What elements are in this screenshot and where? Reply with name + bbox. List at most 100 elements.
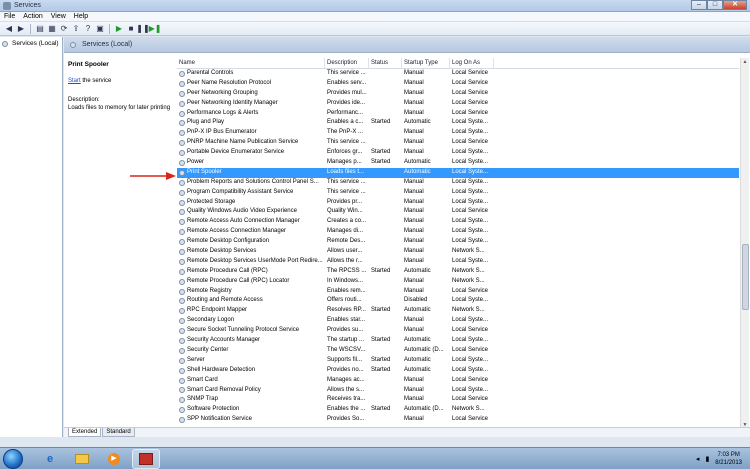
service-description: Provides no... [327,366,364,373]
forward-icon[interactable]: ▶ [16,24,26,34]
service-logon: Local Service [452,396,489,403]
table-row[interactable]: Smart Card Manages ac... Manual Local Servi… [177,376,739,386]
table-row[interactable]: Server Supports fil... Started Automatic Loc… [177,356,739,366]
help-icon[interactable]: ? [83,24,93,34]
table-row[interactable]: Quality Windows Audio Video Experience Qu… [177,207,739,217]
table-row[interactable]: PnP-X IP Bus Enumerator The PnP-X ... Manu… [177,128,739,138]
table-row[interactable]: Security Accounts Manager The startup ...… [177,336,739,346]
menu-file[interactable]: File [4,12,15,21]
column-status[interactable]: Status [369,58,402,68]
table-row[interactable]: Program Compatibility Assistant Service T… [177,188,739,198]
table-row[interactable]: Power Manages p... Started Automatic Local S… [177,158,739,168]
service-name: Portable Device Enumerator Service [187,149,285,156]
table-row[interactable]: SNMP Trap Receives tra... Manual Local Serv… [177,395,739,405]
column-log-on-as[interactable]: Log On As [450,58,494,68]
tab-standard[interactable]: Standard [102,428,135,437]
scroll-thumb[interactable] [742,244,749,310]
show-hide-icon[interactable]: ▣ [95,24,105,34]
service-logon: Local Service [452,99,489,106]
explorer-folder-icon[interactable] [68,449,96,469]
service-startup-type: Automatic (D... [404,346,444,353]
table-row[interactable]: Smart Card Removal Policy Allows the s...… [177,386,739,396]
table-row[interactable]: Remote Procedure Call (RPC) Locator In Wi… [177,277,739,287]
table-row[interactable]: RPC Endpoint Mapper Resolves RP... Started… [177,306,739,316]
service-description: The WSCSV... [327,346,366,353]
services-table: Name Description Status Startup Type Log… [177,58,739,429]
console-tree-icon[interactable]: ▤ [35,24,45,34]
network-icon[interactable]: ▮ [705,455,709,463]
minimize-button[interactable]: – [691,0,707,10]
service-logon: Local Service [452,346,489,353]
table-row[interactable]: Peer Networking Identity Manager Provides… [177,99,739,109]
close-button[interactable]: ✕ [723,0,747,10]
table-row[interactable]: Portable Device Enumerator Service Enforc… [177,148,739,158]
vertical-scrollbar[interactable]: ▲ ▼ [740,58,749,429]
pause-service-icon[interactable]: ❚❚ [136,24,149,34]
table-row[interactable]: Remote Access Auto Connection Manager Cre… [177,217,739,227]
service-description: Quality Win... [327,208,363,215]
stop-service-icon[interactable]: ■ [126,24,136,34]
tree-item-services-local[interactable]: Services (Local) [2,40,59,47]
table-row[interactable]: Peer Networking Grouping Provides mul... M… [177,89,739,99]
table-row[interactable]: Security Center The WSCSV... Automatic (D.… [177,346,739,356]
table-row[interactable]: Remote Desktop Services UserMode Port Re… [177,257,739,267]
start-service-link[interactable]: Start [68,78,81,84]
start-service-icon[interactable]: ▶ [114,24,124,34]
service-name-cell: Remote Access Auto Connection Manager [177,217,325,227]
ie-icon[interactable]: e [36,449,64,469]
table-row[interactable]: Protected Storage Provides pr... Manual Loc… [177,198,739,208]
clock[interactable]: 7:03 PM 8/21/2013 [715,451,742,467]
service-name: Peer Networking Grouping [187,89,258,96]
table-row[interactable]: PNRP Machine Name Publication Service Thi… [177,138,739,148]
table-row[interactable]: Print Spooler Loads files t... Automatic Lo… [177,167,739,178]
table-row[interactable]: Parental Controls This service ... Manual L… [177,69,739,79]
pane-title: Services (Local) [82,41,133,48]
table-row[interactable]: Software Protection Enables the ... Starte… [177,405,739,415]
volume-icon[interactable]: ◂ [696,455,700,463]
column-startup-type[interactable]: Startup Type [402,58,450,68]
table-row[interactable]: Peer Name Resolution Protocol Enables ser… [177,79,739,89]
menu-action[interactable]: Action [23,12,42,21]
tab-extended[interactable]: Extended [68,428,102,437]
table-row[interactable]: Secure Socket Tunneling Protocol Service… [177,326,739,336]
table-row[interactable]: SPP Notification Service Provides So... Ma… [177,415,739,425]
table-row[interactable]: Remote Access Connection Manager Manages … [177,227,739,237]
gear-icon [179,90,185,97]
table-row[interactable]: Plug and Play Enables a c... Started Automa… [177,118,739,128]
export-list-icon[interactable]: ⇪ [71,24,81,34]
table-row[interactable]: Secondary Logon Enables star... Manual Loca… [177,316,739,326]
table-row[interactable]: Routing and Remote Access Offers routi...… [177,296,739,306]
start-button[interactable] [3,449,23,469]
table-row[interactable]: Remote Procedure Call (RPC) The RPCSS ...… [177,267,739,277]
service-startup-type: Manual [404,287,424,294]
service-description: This service ... [327,178,366,185]
service-name-cell: SNMP Trap [177,395,325,405]
menu-help[interactable]: Help [74,12,88,21]
restart-service-icon[interactable]: ▶❚ [149,24,162,34]
service-description: This service ... [327,139,366,146]
refresh-icon[interactable]: ⟳ [59,24,69,34]
maximize-button[interactable]: □ [707,0,723,10]
gear-icon [179,377,185,384]
service-startup-type: Manual [404,139,424,146]
title-bar: Services – □ ✕ [0,0,750,12]
table-row[interactable]: Remote Registry Enables rem... Manual Local… [177,287,739,297]
table-row[interactable]: Shell Hardware Detection Provides no... St… [177,366,739,376]
table-row[interactable]: Remote Desktop Configuration Remote Des..… [177,237,739,247]
properties-icon[interactable]: ▦ [47,24,57,34]
service-name-cell: Portable Device Enumerator Service [177,148,325,158]
media-player-icon[interactable]: ▶ [100,449,128,469]
service-name: Server [187,356,205,363]
description-text: Loads files to memory for later printing [68,105,171,111]
menu-view[interactable]: View [51,12,66,21]
scroll-up-icon[interactable]: ▲ [741,58,749,66]
service-status: Started [371,356,391,363]
services-taskbar-icon[interactable] [132,449,160,469]
column-description[interactable]: Description [325,58,369,68]
table-row[interactable]: Performance Logs & Alerts Performanc... Ma… [177,109,739,119]
table-row[interactable]: Problem Reports and Solutions Control Pa… [177,178,739,188]
back-icon[interactable]: ◀ [4,24,14,34]
service-logon: Local Service [452,139,489,146]
column-name[interactable]: Name [177,58,325,68]
table-row[interactable]: Remote Desktop Services Allows user... Man… [177,247,739,257]
